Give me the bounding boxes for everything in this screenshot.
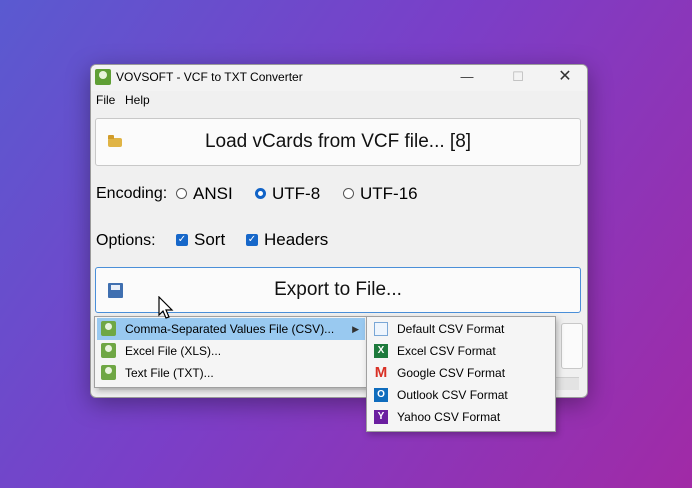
submenu-arrow-icon: ▶ xyxy=(352,324,359,334)
options-label: Options: xyxy=(96,232,156,249)
contact-csv-icon xyxy=(101,321,116,336)
submenu-item-google-csv[interactable]: M Google CSV Format xyxy=(369,362,553,384)
submenu-item-excel-csv-label: Excel CSV Format xyxy=(397,344,496,358)
yahoo-icon: Y xyxy=(374,410,388,424)
outlook-icon: O xyxy=(374,388,388,402)
menu-item-txt[interactable]: Text File (TXT)... xyxy=(97,362,365,384)
menu-file[interactable]: File xyxy=(96,93,115,107)
gmail-icon: M xyxy=(374,364,388,381)
submenu-item-default-csv-label: Default CSV Format xyxy=(397,322,505,336)
radio-utf16[interactable] xyxy=(343,188,354,199)
maximize-button[interactable]: ☐ xyxy=(496,65,540,91)
load-vcf-label: Load vCards from VCF file... [8] xyxy=(204,131,472,152)
minimize-button[interactable]: — xyxy=(445,65,489,91)
radio-utf16-label[interactable]: UTF-16 xyxy=(360,184,418,204)
submenu-item-excel-csv[interactable]: X Excel CSV Format xyxy=(369,340,553,362)
radio-ansi-label[interactable]: ANSI xyxy=(193,184,233,204)
obscured-button[interactable] xyxy=(561,323,583,369)
csv-submenu: Default CSV Format X Excel CSV Format M … xyxy=(366,316,556,432)
headers-checkbox-label[interactable]: Headers xyxy=(264,230,328,250)
save-icon xyxy=(108,283,123,298)
folder-icon xyxy=(108,135,122,147)
radio-utf8-label[interactable]: UTF-8 xyxy=(272,184,320,204)
radio-utf8[interactable] xyxy=(255,188,266,199)
headers-checkbox[interactable]: ✓ xyxy=(246,234,258,246)
sort-checkbox[interactable]: ✓ xyxy=(176,234,188,246)
submenu-item-yahoo-csv-label: Yahoo CSV Format xyxy=(397,410,501,424)
title-bar[interactable]: VOVSOFT - VCF to TXT Converter — ☐ ✕ xyxy=(91,65,587,91)
submenu-item-outlook-csv-label: Outlook CSV Format xyxy=(397,388,508,402)
excel-icon: X xyxy=(374,344,388,358)
close-button[interactable]: ✕ xyxy=(543,65,587,91)
submenu-item-default-csv[interactable]: Default CSV Format xyxy=(369,318,553,340)
app-contact-icon xyxy=(95,69,111,85)
csv-icon xyxy=(374,322,388,336)
menu-item-xls-label: Excel File (XLS)... xyxy=(125,344,222,358)
menu-item-csv-label: Comma-Separated Values File (CSV)... xyxy=(125,322,335,336)
sort-checkbox-label[interactable]: Sort xyxy=(194,230,225,250)
menu-item-csv[interactable]: Comma-Separated Values File (CSV)... ▶ xyxy=(97,318,365,340)
mouse-cursor-icon xyxy=(158,296,174,319)
export-menu: Comma-Separated Values File (CSV)... ▶ E… xyxy=(94,316,368,388)
menu-item-txt-label: Text File (TXT)... xyxy=(125,366,214,380)
menu-help[interactable]: Help xyxy=(125,93,150,107)
export-to-file-label: Export to File... xyxy=(274,279,402,300)
menu-item-xls[interactable]: Excel File (XLS)... xyxy=(97,340,365,362)
window-title: VOVSOFT - VCF to TXT Converter xyxy=(116,70,303,84)
submenu-item-google-csv-label: Google CSV Format xyxy=(397,366,506,380)
load-vcf-button[interactable]: Load vCards from VCF file... [8] xyxy=(95,118,581,166)
encoding-label: Encoding: xyxy=(96,185,168,202)
contact-txt-icon xyxy=(101,365,116,380)
radio-ansi[interactable] xyxy=(176,188,187,199)
contact-xls-icon xyxy=(101,343,116,358)
submenu-item-outlook-csv[interactable]: O Outlook CSV Format xyxy=(369,384,553,406)
submenu-item-yahoo-csv[interactable]: Y Yahoo CSV Format xyxy=(369,406,553,428)
